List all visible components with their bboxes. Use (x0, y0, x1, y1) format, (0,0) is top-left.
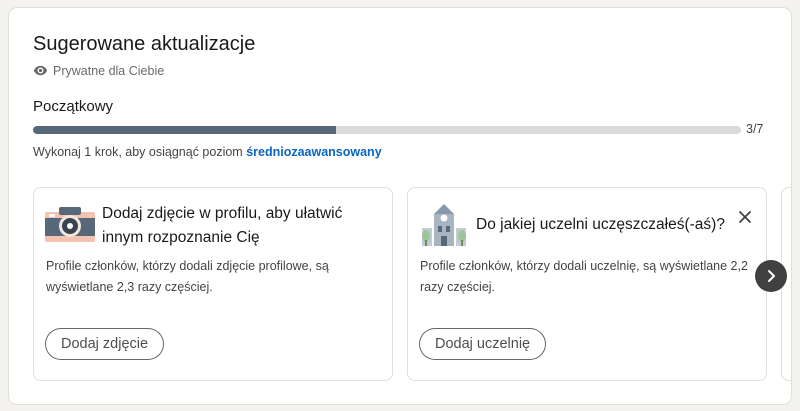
profile-level: Początkowy (33, 98, 114, 115)
next-level-hint: Wykonaj 1 krok, aby osiągnąć poziom śred… (33, 145, 382, 159)
add-photo-button[interactable]: Dodaj zdjęcie (45, 328, 165, 360)
privacy-label: Prywatne dla Ciebie (53, 63, 165, 78)
suggestion-headline: Do jakiej uczelni uczęszczałeś(-aś)? (476, 216, 725, 233)
add-school-button[interactable]: Dodaj uczelnię (419, 328, 547, 360)
dismiss-button[interactable] (734, 206, 756, 228)
next-level-link[interactable]: średniozaawansowany (246, 145, 381, 159)
suggested-updates-card: Sugerowane aktualizacje Prywatne dla Cie… (9, 8, 791, 404)
school-icon (422, 204, 466, 246)
privacy-note: Prywatne dla Ciebie (33, 63, 164, 78)
chevron-right-icon (768, 270, 775, 282)
profile-progress-bar (33, 126, 741, 134)
progress-fill (33, 126, 337, 134)
suggestion-card-school: Do jakiej uczelni uczęszczałeś(-aś)? Pro… (407, 187, 767, 381)
suggestion-card-photo: Dodaj zdjęcie w profilu, aby ułatwić inn… (33, 187, 393, 381)
suggestion-description: Profile członków, którzy dodali uczelnię… (420, 259, 748, 294)
section-title: Sugerowane aktualizacje (33, 33, 256, 55)
suggestion-headline: Dodaj zdjęcie w profilu, aby ułatwić inn… (102, 205, 343, 246)
carousel-next-button[interactable] (755, 260, 787, 292)
camera-icon (45, 207, 95, 242)
progress-count: 3/7 (746, 122, 764, 136)
hint-text: Wykonaj 1 krok, aby osiągnąć poziom (33, 145, 247, 159)
suggestion-description: Profile członków, którzy dodali zdjęcie … (46, 259, 329, 294)
close-icon (739, 211, 751, 223)
eye-icon (33, 65, 48, 76)
